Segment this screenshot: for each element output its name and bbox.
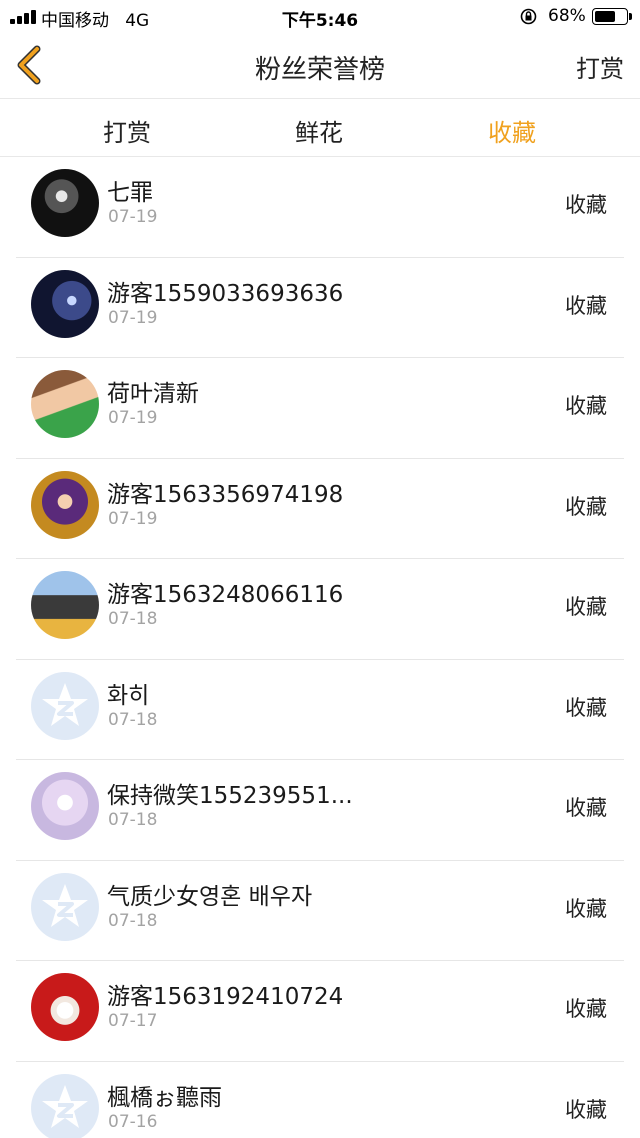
fan-action-label: 收藏 bbox=[565, 695, 607, 720]
fan-date: 07-19 bbox=[108, 508, 158, 529]
qq-default-icon bbox=[42, 682, 88, 726]
status-bar: 中国移动 4G 下午5:46 68% bbox=[0, 0, 640, 33]
list-item[interactable]: 화히 07-18 收藏 bbox=[0, 660, 640, 761]
fan-name: 荷叶清新 bbox=[107, 381, 199, 407]
fan-name: 气质少女영혼 배우자 bbox=[107, 883, 313, 910]
fan-action-label: 收藏 bbox=[565, 796, 607, 820]
list-item[interactable]: 气质少女영혼 배우자 07-18 收藏 bbox=[0, 861, 640, 962]
battery-percentage: 68% bbox=[548, 6, 586, 26]
battery-icon bbox=[592, 8, 632, 25]
list-item[interactable]: 楓橋ぉ聽雨 07-16 收藏 bbox=[0, 1062, 640, 1138]
fan-action-label: 收藏 bbox=[565, 1097, 607, 1122]
avatar[interactable] bbox=[31, 772, 99, 840]
rotation-lock-icon bbox=[520, 8, 537, 25]
avatar[interactable] bbox=[31, 470, 99, 539]
avatar[interactable] bbox=[31, 872, 99, 941]
fan-name: 七罪 bbox=[107, 180, 153, 206]
tab-flowers[interactable]: 鲜花 bbox=[259, 113, 379, 148]
status-time: 下午5:46 bbox=[281, 11, 359, 31]
fan-action-label: 收藏 bbox=[565, 293, 607, 318]
fan-name: 游客1563248066116 bbox=[107, 582, 344, 608]
avatar[interactable] bbox=[31, 169, 99, 237]
fan-date: 07-18 bbox=[108, 810, 158, 830]
avatar[interactable] bbox=[31, 1073, 99, 1138]
fan-date: 07-16 bbox=[108, 1111, 158, 1132]
list-item[interactable]: 游客1563356974198 07-19 收藏 bbox=[0, 459, 640, 560]
fan-name: 保持微笑155239551... bbox=[107, 783, 353, 809]
fan-name: 游客1563356974198 bbox=[107, 481, 344, 508]
fan-name: 화히 bbox=[107, 682, 150, 709]
battery-fill bbox=[595, 11, 616, 22]
fan-action-label: 收藏 bbox=[565, 394, 607, 418]
fan-action-label: 收藏 bbox=[565, 494, 607, 519]
fan-action-label: 收藏 bbox=[565, 595, 607, 619]
fan-list: 七罪 07-19 收藏 游客1559033693636 07-19 收藏 荷叶清… bbox=[0, 157, 640, 1138]
avatar[interactable] bbox=[31, 973, 99, 1041]
page-title: 粉丝荣誉榜 bbox=[254, 55, 385, 85]
fan-name: 楓橋ぉ聽雨 bbox=[107, 1084, 222, 1111]
fan-date: 07-18 bbox=[108, 609, 158, 629]
reward-button[interactable]: 打赏 bbox=[576, 49, 624, 84]
navigation-bar: 粉丝荣誉榜 打赏 bbox=[0, 33, 640, 99]
avatar[interactable] bbox=[31, 370, 99, 438]
tab-favorites[interactable]: 收藏 bbox=[452, 113, 572, 148]
list-item[interactable]: 游客1559033693636 07-19 收藏 bbox=[0, 258, 640, 359]
fan-date: 07-19 bbox=[108, 207, 158, 227]
list-item[interactable]: 保持微笑155239551... 07-18 收藏 bbox=[0, 760, 640, 861]
list-item[interactable]: 游客1563248066116 07-18 收藏 bbox=[0, 559, 640, 660]
tab-bar: 打赏 鲜花 收藏 bbox=[0, 99, 640, 157]
fan-name: 游客1563192410724 bbox=[107, 984, 344, 1010]
fan-date: 07-17 bbox=[108, 1011, 158, 1031]
fan-date: 07-19 bbox=[108, 307, 158, 328]
avatar[interactable] bbox=[31, 269, 99, 338]
fan-action-label: 收藏 bbox=[565, 896, 607, 921]
fan-action-label: 收藏 bbox=[565, 193, 607, 217]
fan-date: 07-18 bbox=[108, 910, 158, 931]
fan-date: 07-19 bbox=[108, 408, 158, 428]
list-item[interactable]: 七罪 07-19 收藏 bbox=[0, 157, 640, 258]
qq-default-icon bbox=[42, 883, 88, 927]
qq-default-icon bbox=[42, 1084, 88, 1128]
fan-action-label: 收藏 bbox=[565, 997, 607, 1021]
fan-date: 07-18 bbox=[108, 709, 158, 730]
fan-name: 游客1559033693636 bbox=[107, 280, 344, 307]
list-item[interactable]: 游客1563192410724 07-17 收藏 bbox=[0, 961, 640, 1062]
tab-reward[interactable]: 打赏 bbox=[67, 113, 187, 148]
avatar[interactable] bbox=[31, 571, 99, 639]
list-item[interactable]: 荷叶清新 07-19 收藏 bbox=[0, 358, 640, 459]
avatar[interactable] bbox=[31, 671, 99, 740]
